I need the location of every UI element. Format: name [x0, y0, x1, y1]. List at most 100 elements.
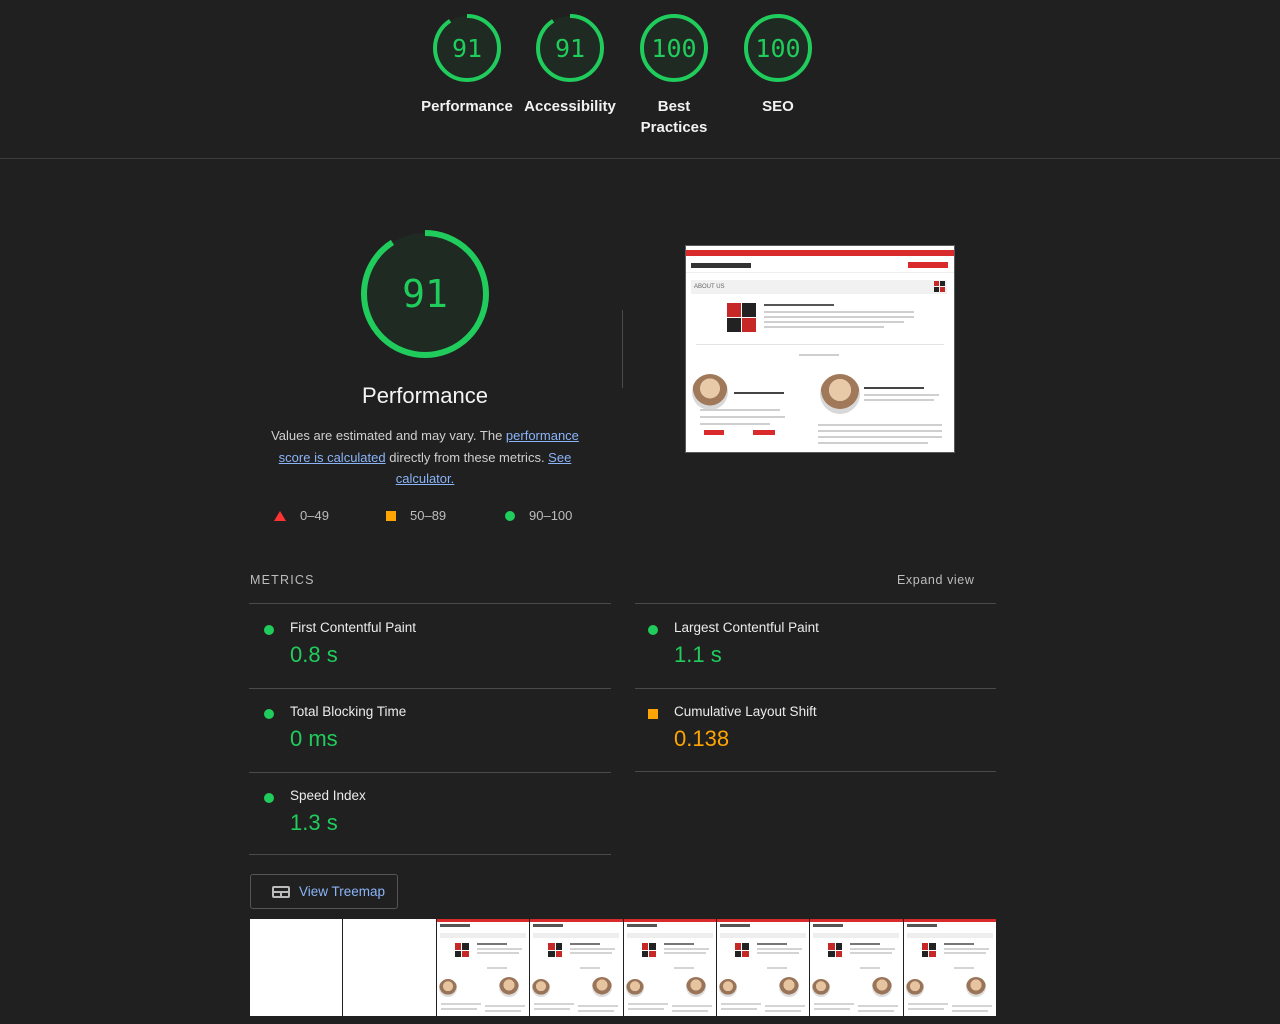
frame-photo — [625, 979, 644, 997]
frame-content — [533, 924, 564, 927]
site-brand-logo — [691, 263, 751, 268]
average-square-icon — [386, 510, 396, 521]
metric-name: Total Blocking Time — [290, 704, 407, 719]
team-photo — [692, 374, 728, 410]
frame-content — [951, 1010, 988, 1012]
frame-content — [439, 933, 526, 938]
desc-text: Values are estimated and may vary. The — [271, 428, 506, 443]
frame-content — [906, 924, 937, 927]
frame-photo — [872, 977, 893, 997]
divider — [635, 771, 996, 772]
metrics-heading: METRICS — [250, 573, 315, 587]
frame-content — [756, 943, 787, 945]
gauge-performance[interactable]: 91 Performance — [415, 12, 519, 117]
frame-content — [627, 1003, 668, 1005]
view-treemap-button[interactable]: View Treemap — [250, 874, 398, 909]
gauge-accessibility[interactable]: 91 Accessibility — [518, 12, 622, 117]
frame-content — [570, 952, 613, 954]
pass-circle-icon — [648, 625, 658, 635]
gauge-ring: 91 — [536, 14, 604, 82]
filmstrip-frame — [903, 919, 996, 1016]
frame-content — [907, 1003, 948, 1005]
frame-content — [578, 1005, 619, 1007]
final-screenshot[interactable]: ABOUT US — [685, 245, 955, 453]
filmstrip-frame — [436, 919, 530, 1016]
performance-gauge: 91 — [361, 230, 489, 358]
site-section-header — [691, 280, 947, 294]
frame-content — [850, 943, 881, 945]
frame-content — [943, 943, 974, 945]
frame-content — [906, 933, 993, 938]
metric-name: Cumulative Layout Shift — [674, 704, 817, 719]
frame-content — [814, 1008, 851, 1010]
legend-pass-range: 90–100 — [529, 508, 573, 523]
site-nav-button — [908, 262, 948, 268]
filmstrip-frame — [530, 919, 623, 1016]
filmstrip-frame — [716, 919, 810, 1016]
metric-value: 0.8 s — [290, 642, 338, 667]
legend-fail: 0–49 — [274, 508, 329, 523]
metric-value: 1.3 s — [290, 810, 338, 835]
desc-text: directly from these metrics. — [385, 449, 549, 465]
frame-content — [663, 943, 694, 945]
frame-content — [756, 948, 802, 950]
gauge-best-practices[interactable]: 100 Best Practices — [622, 12, 726, 138]
gauge-label: Best Practices — [640, 98, 708, 136]
filmstrip-frame — [343, 919, 436, 1016]
metric-value: 0.138 — [674, 726, 730, 751]
gauge-score: 100 — [755, 34, 800, 63]
frame-content — [953, 967, 974, 969]
average-square-icon — [648, 709, 658, 719]
team-photo — [820, 374, 860, 414]
site-mm-logo — [727, 303, 756, 332]
divider — [249, 854, 611, 855]
frame-mm-logo — [454, 943, 469, 957]
frame-content — [476, 943, 507, 945]
frame-content — [486, 967, 507, 969]
frame-content — [813, 933, 900, 938]
metric-name: Largest Contentful Paint — [674, 620, 819, 635]
view-treemap-label: View Treemap — [299, 884, 386, 899]
pass-circle-icon — [264, 709, 274, 719]
frame-content — [764, 1010, 801, 1012]
frame-mm-logo — [921, 943, 936, 957]
gauge-label: SEO — [762, 98, 794, 115]
frame-content — [484, 1010, 521, 1012]
fail-triangle-icon — [274, 510, 286, 521]
frame-photo — [812, 979, 831, 997]
frame-content — [580, 967, 601, 969]
frame-content — [951, 1005, 992, 1007]
frame-content — [436, 919, 530, 922]
frame-content — [756, 952, 799, 954]
frame-content — [663, 952, 706, 954]
frame-photo — [438, 979, 457, 997]
gauge-ring: 100 — [640, 14, 708, 82]
gauge-score: 91 — [555, 34, 585, 63]
legend-average-range: 50–89 — [410, 508, 447, 523]
pass-circle-icon — [264, 625, 274, 635]
frame-mm-logo — [548, 943, 563, 957]
frame-content — [673, 967, 694, 969]
frame-content — [719, 933, 806, 938]
frame-content — [671, 1005, 712, 1007]
frame-content — [440, 1003, 481, 1005]
category-gauges: 91 Performance 91 Accessibility 100 Best… — [0, 0, 1280, 159]
metric-name: First Contentful Paint — [290, 620, 417, 635]
frame-content — [810, 919, 903, 922]
frame-photo — [592, 977, 613, 997]
expand-view-toggle[interactable]: Expand view — [897, 573, 974, 587]
frame-content — [720, 1008, 757, 1010]
frame-content — [671, 1010, 708, 1012]
frame-content — [484, 1005, 525, 1007]
frame-content — [907, 1008, 944, 1010]
performance-score: 91 — [402, 272, 448, 316]
frame-photo — [905, 979, 924, 997]
performance-title: Performance — [362, 383, 488, 408]
frame-content — [663, 948, 709, 950]
frame-content — [766, 967, 787, 969]
gauge-seo[interactable]: 100 SEO — [726, 12, 830, 117]
gauge-ring: 91 — [433, 14, 501, 82]
frame-content — [719, 924, 750, 927]
divider — [635, 603, 996, 604]
frame-content — [534, 1003, 575, 1005]
